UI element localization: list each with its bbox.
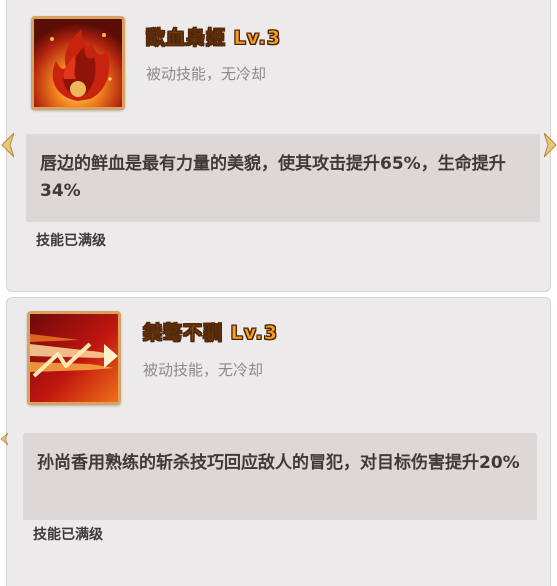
chevron-left-icon[interactable] <box>0 432 8 446</box>
skill-description-box: 唇边的鲜血是最有力量的美貌，使其攻击提升65%，生命提升34% <box>26 134 540 222</box>
skill-type: 被动技能，无冷却 <box>146 65 267 83</box>
chevron-left-icon[interactable] <box>0 131 14 159</box>
skill-card-2: 桀骜不驯 Lv.3 被动技能，无冷却 孙尚香用熟练的斩杀技巧回应敌人的冒犯，对目… <box>6 297 551 586</box>
slash-strike-icon-art <box>30 314 118 402</box>
skill-description: 唇边的鲜血是最有力量的美貌，使其攻击提升65%，生命提升34% <box>40 154 506 201</box>
skill-title: 桀骜不驯 Lv.3 <box>143 322 278 345</box>
slash-strike-icon <box>27 311 121 405</box>
chevron-right-icon[interactable] <box>544 131 557 159</box>
skill-description-box: 孙尚香用熟练的斩杀技巧回应敌人的冒犯，对目标伤害提升20% <box>23 433 537 520</box>
blood-flame-icon-art <box>34 19 122 107</box>
skill-description: 孙尚香用熟练的斩杀技巧回应敌人的冒犯，对目标伤害提升20% <box>37 453 520 473</box>
skill-title: 歃血枭姬 Lv.3 <box>146 27 281 50</box>
skill-type: 被动技能，无冷却 <box>143 361 264 379</box>
skill-card-1: 歃血枭姬 Lv.3 被动技能，无冷却 唇边的鲜血是最有力量的美貌，使其攻击提升6… <box>6 0 551 292</box>
skill-max-level-label: 技能已满级 <box>33 527 103 543</box>
blood-flame-icon <box>31 16 125 110</box>
skill-max-level-label: 技能已满级 <box>36 233 106 249</box>
